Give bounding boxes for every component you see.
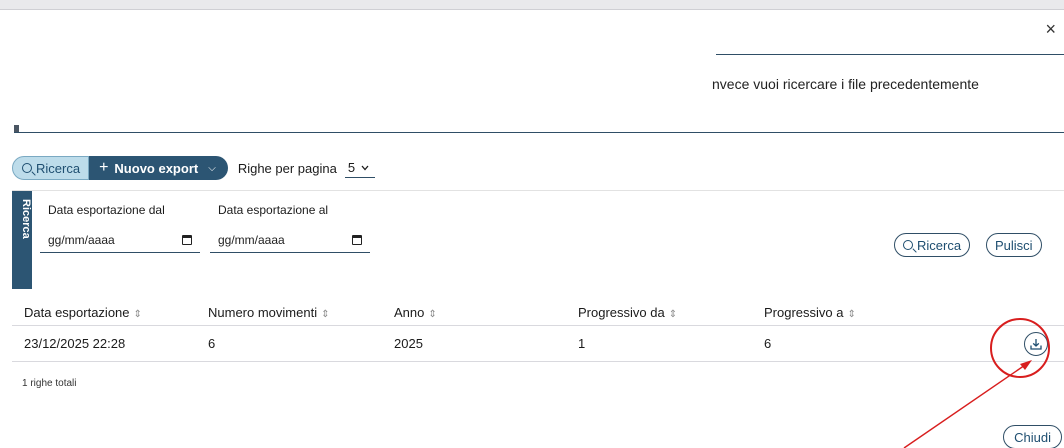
sort-icon[interactable]: ⇕ [428, 309, 436, 320]
close-icon[interactable]: × [1045, 20, 1056, 38]
date-from-label: Data esportazione dal [48, 203, 165, 217]
ricerca-toggle-label: Ricerca [36, 160, 81, 176]
column-header[interactable]: Progressivo da ⇕ [566, 305, 752, 320]
table-cell: 2025 [394, 336, 423, 351]
column-header-label: Progressivo da [578, 305, 665, 320]
close-button-label: Chiudi [1014, 429, 1051, 445]
search-button[interactable]: Ricerca [894, 233, 971, 257]
sort-icon[interactable]: ⇕ [321, 309, 329, 320]
table-cell: 6 [208, 336, 216, 351]
date-to-label: Data esportazione al [218, 203, 329, 217]
sort-icon[interactable]: ⇕ [134, 309, 142, 320]
rows-per-page-label: Righe per pagina [237, 160, 337, 176]
intro-text: nvece vuoi ricercare i file precedenteme… [712, 76, 979, 92]
sort-icon[interactable]: ⇕ [847, 309, 855, 320]
close-button[interactable]: Chiudi [1003, 425, 1062, 448]
plus-icon: + [99, 159, 109, 176]
column-header-label: Progressivo a [764, 305, 844, 320]
table-row: 23/12/2025 22:28 6 2025 1 6 [12, 326, 1064, 362]
column-header[interactable]: Anno ⇕ [382, 305, 566, 320]
rows-per-page-select[interactable]: 5 [344, 158, 376, 178]
toolbar: Ricerca + Nuovo export ⌵ Righe per pagin… [12, 155, 376, 181]
column-header-label: Numero movimenti [208, 305, 318, 320]
sort-icon[interactable]: ⇕ [669, 309, 677, 320]
rows-per-page-value: 5 [347, 160, 356, 175]
ricerca-toggle-button[interactable]: Ricerca [12, 156, 90, 180]
chevron-down-icon: ⌵ [208, 162, 216, 174]
table-header: Data esportazione ⇕ Numero movimenti ⇕ Ann… [12, 300, 1064, 326]
column-header[interactable]: Data esportazione ⇕ [12, 305, 196, 320]
search-icon [903, 240, 913, 250]
calendar-icon[interactable] [182, 234, 192, 245]
date-to-placeholder: gg/mm/aaaa [218, 232, 285, 247]
top-strip [0, 0, 1064, 10]
date-to-input[interactable]: gg/mm/aaaa [210, 227, 370, 253]
table-cell: 6 [764, 336, 772, 351]
row-count: 1 righe totali [22, 378, 77, 389]
download-button[interactable] [1024, 332, 1048, 356]
chevron-down-icon [361, 165, 369, 170]
table-cell: 1 [578, 336, 586, 351]
calendar-icon[interactable] [352, 234, 362, 245]
search-button-label: Ricerca [917, 237, 962, 253]
nuovo-export-button[interactable]: + Nuovo export ⌵ [89, 156, 228, 180]
table-cell: 23/12/2025 22:28 [24, 336, 126, 351]
divider [14, 132, 1064, 133]
column-header-label: Anno [394, 305, 425, 320]
column-header[interactable]: Numero movimenti ⇕ [196, 305, 382, 320]
clear-button-label: Pulisci [995, 237, 1033, 253]
nuovo-export-label: Nuovo export [114, 160, 199, 176]
search-panel: Ricerca Data esportazione dal gg/mm/aaaa… [12, 190, 1064, 289]
clear-button[interactable]: Pulisci [986, 233, 1042, 257]
search-icon [22, 163, 32, 173]
date-from-placeholder: gg/mm/aaaa [48, 232, 115, 247]
column-header[interactable]: Progressivo a ⇕ [752, 305, 1002, 320]
divider [716, 54, 1064, 55]
download-icon [1030, 339, 1042, 350]
date-from-input[interactable]: gg/mm/aaaa [40, 227, 200, 253]
search-side-tab[interactable]: Ricerca [12, 191, 32, 289]
exports-table: Data esportazione ⇕ Numero movimenti ⇕ Ann… [12, 300, 1064, 362]
column-header-label: Data esportazione [24, 305, 130, 320]
